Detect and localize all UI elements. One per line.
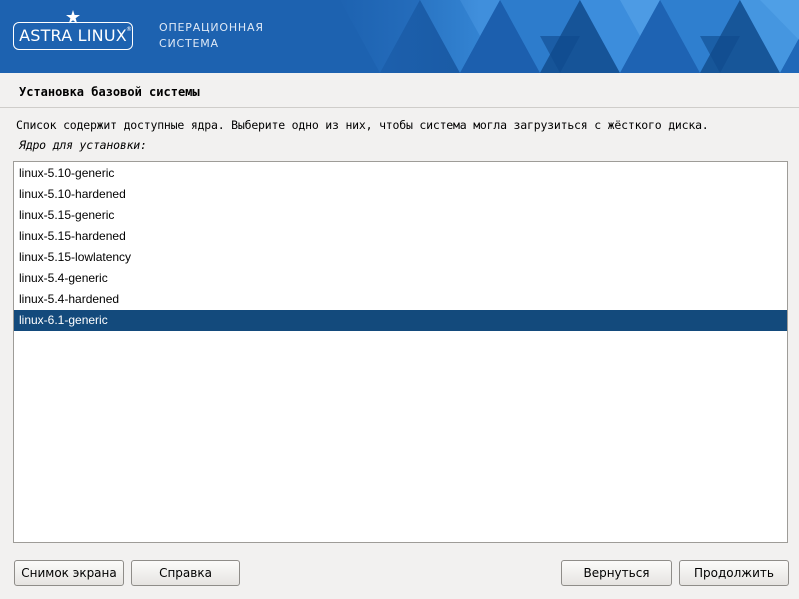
kernel-list-item[interactable]: linux-5.4-generic [14, 268, 787, 289]
kernel-list-item[interactable]: linux-5.15-lowlatency [14, 247, 787, 268]
continue-button[interactable]: Продолжить [679, 560, 789, 586]
tagline-line-1: ОПЕРАЦИОННАЯ [159, 21, 264, 34]
kernel-field-label: Ядро для установки: [19, 138, 147, 152]
kernel-list[interactable]: linux-5.10-generic linux-5.10-hardened lin… [13, 161, 788, 543]
kernel-list-item[interactable]: linux-5.15-hardened [14, 226, 787, 247]
help-button[interactable]: Справка [131, 560, 240, 586]
installer-window: ASTRA LINUX ® ОПЕРАЦИОННАЯ СИСТЕМА Устан… [0, 0, 799, 599]
kernel-list-item[interactable]: linux-5.10-hardened [14, 184, 787, 205]
title-divider [0, 107, 799, 108]
header-banner: ASTRA LINUX ® ОПЕРАЦИОННАЯ СИСТЕМА [0, 0, 799, 73]
registered-mark: ® [126, 26, 132, 33]
tagline-line-2: СИСТЕМА [159, 37, 219, 50]
astra-linux-logo: ASTRA LINUX [13, 22, 133, 50]
logo-tagline: ОПЕРАЦИОННАЯ СИСТЕМА [159, 20, 264, 52]
kernel-list-item[interactable]: linux-5.15-generic [14, 205, 787, 226]
step-description: Список содержит доступные ядра. Выберите… [16, 118, 709, 132]
step-title: Установка базовой системы [19, 85, 200, 99]
kernel-list-item[interactable]: linux-6.1-generic [14, 310, 787, 331]
back-button[interactable]: Вернуться [561, 560, 672, 586]
screenshot-button[interactable]: Снимок экрана [14, 560, 124, 586]
kernel-list-item[interactable]: linux-5.4-hardened [14, 289, 787, 310]
kernel-list-item[interactable]: linux-5.10-generic [14, 163, 787, 184]
